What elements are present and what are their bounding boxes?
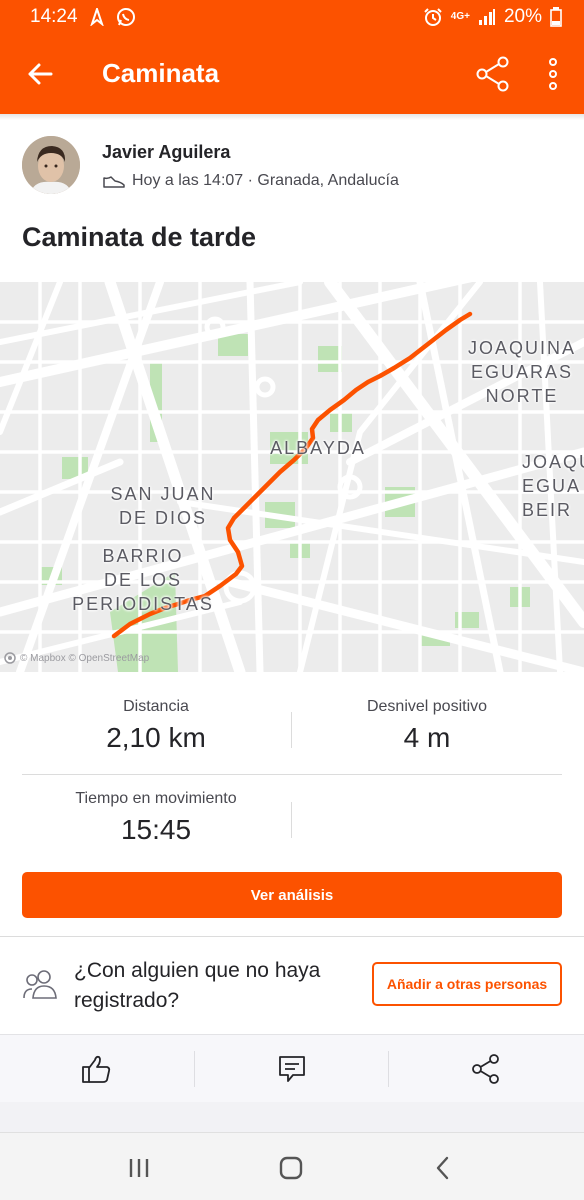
- stat-moving-time-label: Tiempo en movimiento: [75, 790, 237, 807]
- action-separator: [194, 1051, 195, 1087]
- map-label-albayda: ALBAYDA: [270, 438, 366, 458]
- people-icon: [23, 970, 57, 999]
- more-options-button[interactable]: [540, 55, 566, 93]
- athlete-name[interactable]: Javier Aguilera: [102, 142, 230, 163]
- activity-screen: 14:24 4G+ 20% Caminata Javier Aguilera H…: [0, 0, 584, 1200]
- network-type: 4G+: [450, 11, 470, 22]
- avatar[interactable]: [22, 136, 80, 194]
- activity-meta: Hoy a las 14:07 · Granada, Andalucía: [102, 172, 399, 190]
- share-icon: [476, 56, 509, 92]
- kudos-button[interactable]: [76, 1049, 116, 1089]
- recent-apps-button[interactable]: [124, 1153, 154, 1183]
- route-map[interactable]: JOAQUINA EGUARAS NORTE ALBAYDA JOAQU EGU…: [0, 282, 584, 672]
- back-button[interactable]: [22, 56, 58, 92]
- signal-icon: [478, 9, 495, 25]
- stat-moving-time-value: 15:45: [120, 814, 192, 845]
- thumbs-up-icon: [82, 1055, 111, 1083]
- map-label-joaquina-edge: JOAQU EGUA BEIR: [522, 452, 584, 520]
- home-icon: [279, 1156, 303, 1180]
- section-divider: [0, 936, 584, 937]
- stat-elevation-label: Desnivel positivo: [366, 698, 488, 715]
- system-nav-bar: [0, 1132, 584, 1200]
- more-vertical-icon: [549, 58, 557, 90]
- actions-bar: [0, 1034, 584, 1102]
- group-prompt-text: ¿Con alguien que no haya registrado?: [74, 959, 321, 1012]
- whatsapp-icon: [116, 8, 135, 26]
- stat-elevation: Desnivel positivo 4 m: [292, 698, 562, 754]
- stat-distance: Distancia 2,10 km: [22, 698, 290, 754]
- home-button[interactable]: [276, 1153, 306, 1183]
- chevron-left-icon: [436, 1156, 449, 1180]
- map-attribution-text: © Mapbox © OpenStreetMap: [20, 652, 150, 664]
- recent-apps-icon: [129, 1159, 149, 1177]
- share-icon: [472, 1054, 499, 1084]
- stat-moving-time: Tiempo en movimiento 15:45: [22, 790, 290, 846]
- stats-divider-2: [291, 802, 292, 838]
- comment-icon: [279, 1056, 305, 1082]
- action-separator-2: [388, 1051, 389, 1087]
- map-label-barrio: BARRIO DE LOS PERIODISTAS: [72, 546, 214, 614]
- app-bar: Caminata: [0, 34, 584, 114]
- status-bar: 14:24 4G+ 20%: [0, 0, 584, 34]
- alarm-icon: [424, 8, 442, 26]
- share-action-button[interactable]: [466, 1049, 506, 1089]
- content-bottom-gap: [0, 1102, 584, 1132]
- stats-row-divider: [22, 774, 562, 775]
- map-label-san-juan: SAN JUAN DE DIOS: [110, 484, 216, 528]
- stat-elevation-value: 4 m: [403, 722, 451, 753]
- header-shadow: [0, 114, 584, 120]
- map-label-joaquina-norte: JOAQUINA EGUARAS NORTE: [467, 338, 576, 406]
- stat-distance-label: Distancia: [123, 698, 189, 715]
- arrow-left-icon: [28, 63, 53, 85]
- avatar-photo: [22, 136, 80, 194]
- shoe-icon: [103, 176, 125, 188]
- comment-button[interactable]: [272, 1049, 312, 1089]
- map-attribution[interactable]: © Mapbox © OpenStreetMap: [4, 652, 149, 664]
- system-back-button[interactable]: [428, 1153, 458, 1183]
- mapbox-logo-icon: [4, 652, 16, 664]
- status-time: 14:24: [30, 6, 78, 27]
- share-button[interactable]: [474, 55, 512, 93]
- navigation-icon: [89, 8, 104, 26]
- stat-distance-value: 2,10 km: [106, 722, 206, 753]
- battery-percent: 20%: [503, 6, 542, 27]
- view-analysis-button[interactable]: Ver análisis: [22, 872, 562, 918]
- page-title: Caminata: [102, 58, 220, 88]
- add-people-button[interactable]: Añadir a otras personas: [372, 962, 562, 1006]
- activity-title: Caminata de tarde: [22, 222, 257, 252]
- battery-icon: [550, 7, 562, 27]
- activity-meta-text: Hoy a las 14:07 · Granada, Andalucía: [132, 172, 399, 189]
